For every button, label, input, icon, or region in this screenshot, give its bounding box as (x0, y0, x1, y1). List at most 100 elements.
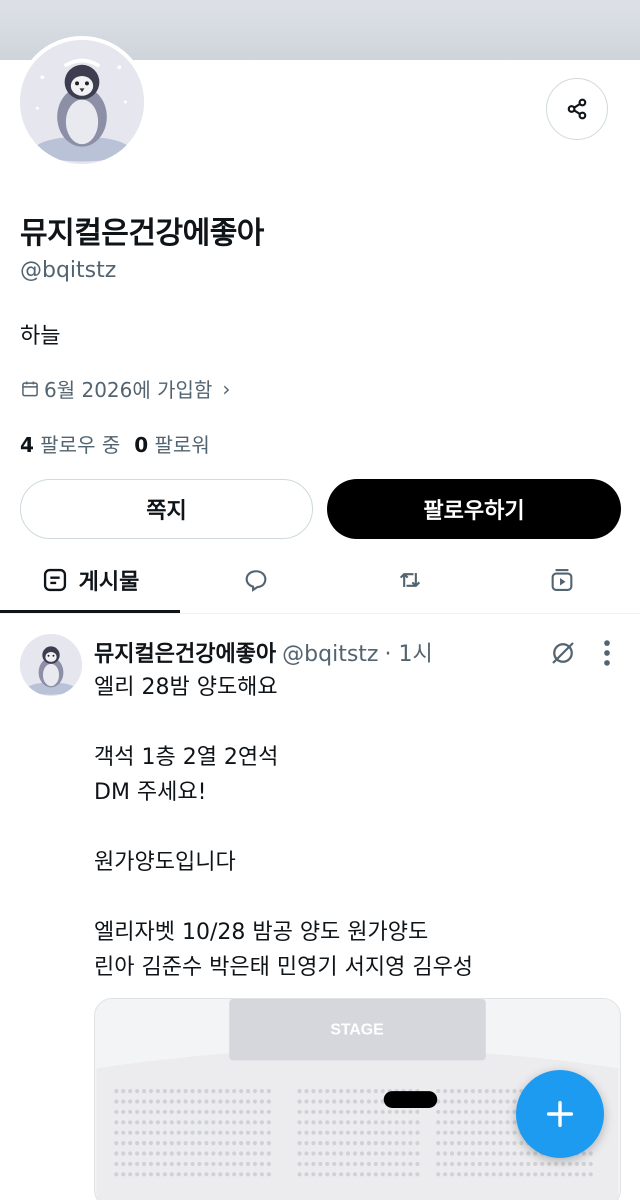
grok-icon[interactable] (548, 638, 578, 668)
seat-dot (121, 1141, 126, 1146)
tab-reposts[interactable] (350, 548, 470, 612)
calendar-icon (22, 381, 38, 396)
seat-dot (211, 1161, 216, 1166)
seat-dot (190, 1130, 195, 1135)
seat-dot (332, 1099, 337, 1104)
share-button[interactable] (546, 78, 608, 140)
seat-dot (352, 1099, 358, 1104)
seat-dot (128, 1172, 133, 1177)
seat-dot (162, 1089, 167, 1094)
seat-dot (491, 1172, 496, 1177)
seat-dot (183, 1161, 188, 1166)
message-button[interactable]: 쪽지 (20, 479, 313, 539)
seat-dot (155, 1099, 160, 1104)
seat-dot (204, 1120, 209, 1125)
seat-dot (498, 1130, 503, 1135)
tab-replies[interactable] (196, 548, 316, 612)
tab-media[interactable] (502, 548, 622, 612)
seat-dot (197, 1161, 202, 1166)
seat-dot (252, 1161, 258, 1166)
seat-dot (380, 1161, 385, 1166)
seat-dot (436, 1161, 441, 1166)
seat-dot (332, 1130, 337, 1135)
tab-posts[interactable]: 게시물 (0, 548, 180, 612)
seat-dot (190, 1099, 195, 1104)
seat-dot (505, 1089, 510, 1094)
seat-dot (346, 1172, 351, 1177)
seat-dot (259, 1089, 264, 1094)
seat-dot (135, 1089, 140, 1094)
seat-dot (121, 1161, 126, 1166)
seat-dot (297, 1099, 302, 1104)
seat-dot (339, 1109, 344, 1114)
seat-dot (477, 1172, 482, 1177)
seat-dot (408, 1120, 413, 1125)
seat-dot (218, 1151, 223, 1156)
seat-dot (304, 1141, 309, 1146)
seat-dot (266, 1089, 271, 1094)
tweet-header: 뮤지컬은건강에좋아 @bqitstz · 1시 (94, 636, 433, 668)
seat-dot (155, 1109, 160, 1114)
seat-dot (436, 1130, 441, 1135)
seat-dot (183, 1141, 188, 1146)
seat-dot (211, 1109, 216, 1114)
seat-dot (259, 1099, 264, 1104)
seat-dot (581, 1172, 586, 1177)
seat-dot (218, 1089, 223, 1094)
tweet-author-name[interactable]: 뮤지컬은건강에좋아 (94, 636, 276, 668)
seat-dot (526, 1151, 531, 1156)
followers-link[interactable]: 0 팔로워 (134, 429, 209, 458)
seat-dot (505, 1109, 510, 1114)
seat-dot (470, 1161, 475, 1166)
compose-button[interactable] (516, 1070, 604, 1158)
seat-dot (266, 1099, 271, 1104)
seat-dot (443, 1161, 448, 1166)
seat-dot (176, 1109, 181, 1114)
seat-dot (498, 1109, 503, 1114)
seat-dot (190, 1089, 195, 1094)
seat-dot (477, 1109, 482, 1114)
profile-avatar[interactable] (16, 36, 148, 168)
tweet-timestamp[interactable]: · 1시 (384, 636, 432, 668)
seat-dot (148, 1141, 154, 1146)
follow-button[interactable]: 팔로우하기 (327, 479, 621, 539)
seat-dot (169, 1130, 174, 1135)
seat-dot (325, 1172, 330, 1177)
tweet-author-avatar[interactable] (20, 634, 82, 696)
seat-dot (304, 1109, 309, 1114)
seat-dot (394, 1109, 399, 1114)
tweet-author-handle[interactable]: @bqitstz (282, 642, 378, 667)
seat-dot (484, 1120, 489, 1125)
profile-joined-date[interactable]: 6월 2026에 가입함 › (20, 374, 230, 403)
seat-dot (346, 1089, 351, 1094)
seat-dot (218, 1130, 223, 1135)
seat-dot (339, 1099, 344, 1104)
seat-dot (498, 1089, 503, 1094)
seat-dot (197, 1130, 202, 1135)
seat-dot (155, 1151, 160, 1156)
seat-dot (463, 1161, 469, 1166)
seat-dot (588, 1161, 593, 1166)
tweet-line: 원가양도입니다 (94, 850, 236, 875)
seat-dot (477, 1161, 482, 1166)
seat-dot (266, 1172, 271, 1177)
seat-dot (232, 1099, 237, 1104)
seat-dot (463, 1120, 469, 1125)
seat-dot (394, 1151, 399, 1156)
seat-dot (352, 1161, 358, 1166)
seat-dot (387, 1130, 392, 1135)
seat-dot (477, 1151, 482, 1156)
seat-dot (491, 1141, 496, 1146)
seat-dot (547, 1161, 552, 1166)
seat-dot (401, 1120, 406, 1125)
following-link[interactable]: 4 팔로우 중 (20, 429, 120, 458)
more-icon[interactable] (600, 636, 614, 670)
seat-dot (581, 1151, 586, 1156)
seat-dot (232, 1109, 237, 1114)
seat-dot (346, 1151, 351, 1156)
seat-dot (162, 1161, 167, 1166)
reply-icon (245, 570, 267, 592)
seat-dot (311, 1161, 316, 1166)
follow-stats: 4 팔로우 중 0 팔로워 (20, 429, 210, 458)
seat-dot (176, 1120, 181, 1125)
